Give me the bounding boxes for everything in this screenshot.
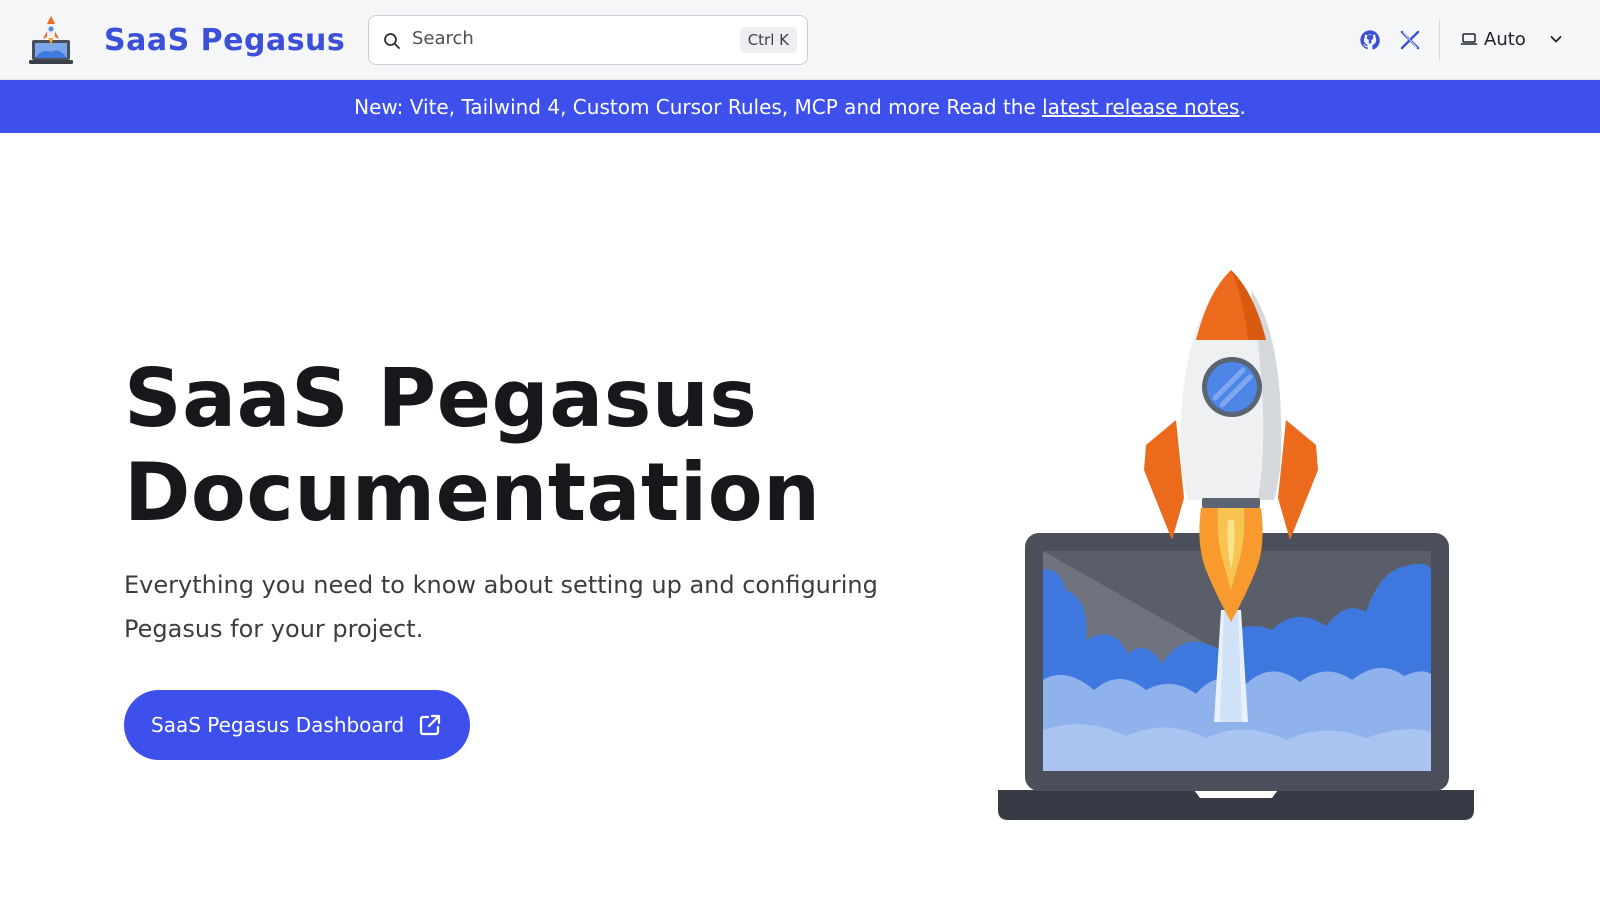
- search-input[interactable]: Search Ctrl K: [368, 15, 808, 65]
- rocket-launch-laptop-illustration: [998, 270, 1474, 820]
- announcement-banner: New: Vite, Tailwind 4, Custom Cursor Rul…: [0, 80, 1600, 133]
- release-notes-link[interactable]: latest release notes: [1042, 95, 1239, 119]
- hero-subtitle: Everything you need to know about settin…: [124, 571, 878, 643]
- external-link-icon: [420, 714, 441, 736]
- brand-link[interactable]: SaaS Pegasus: [28, 14, 345, 66]
- search-icon: [384, 33, 400, 49]
- search-shortcut-badge: Ctrl K: [739, 27, 797, 53]
- page-title-line-1: SaaS Pegasus: [124, 352, 758, 445]
- search-placeholder: Search: [412, 28, 474, 49]
- github-icon: [1360, 30, 1380, 50]
- github-link[interactable]: [1357, 27, 1383, 53]
- dashboard-button[interactable]: SaaS Pegasus Dashboard: [124, 690, 471, 760]
- dashboard-button-label: SaaS Pegasus Dashboard: [151, 713, 405, 737]
- x-icon: [1400, 30, 1420, 50]
- announcement-text: New: Vite, Tailwind 4, Custom Cursor Rul…: [354, 94, 1043, 119]
- page-title: SaaS Pegasus Documentation: [124, 352, 984, 540]
- theme-select[interactable]: Auto: [1460, 24, 1526, 54]
- top-navbar: SaaS Pegasus Search Ctrl K Auto: [0, 0, 1600, 80]
- header-divider: [1439, 20, 1440, 60]
- rocket-laptop-icon: [29, 16, 73, 64]
- laptop-icon: [1460, 33, 1478, 45]
- x-link[interactable]: [1397, 27, 1423, 53]
- theme-select-label: Auto: [1484, 28, 1526, 50]
- chevron-down-icon[interactable]: [1548, 31, 1564, 47]
- brand-title[interactable]: SaaS Pegasus: [104, 23, 345, 58]
- announcement-suffix: .: [1239, 94, 1246, 119]
- page-title-line-2: Documentation: [124, 446, 821, 539]
